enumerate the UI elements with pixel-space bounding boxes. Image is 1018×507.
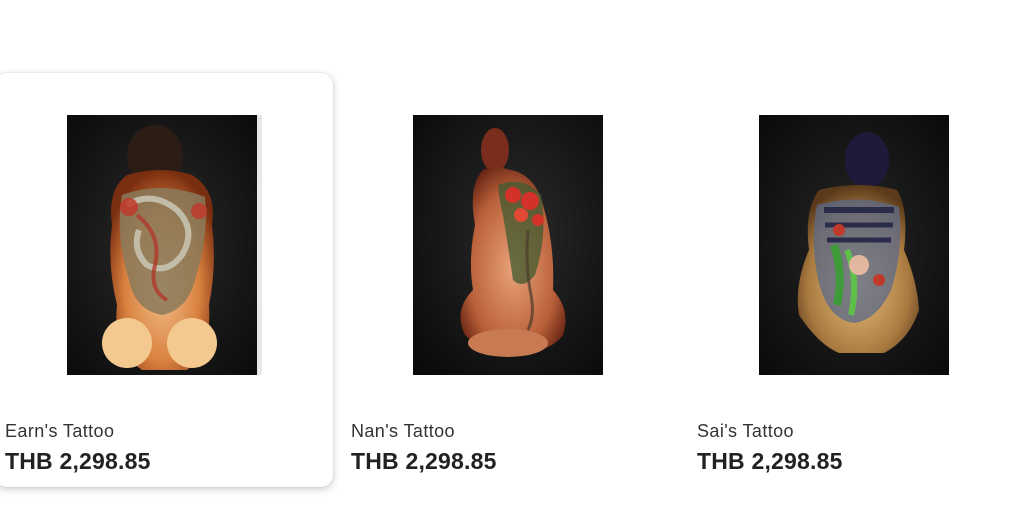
product-price: THB 2,298.85	[351, 448, 497, 474]
product-price: THB 2,298.85	[697, 448, 843, 474]
product-price: THB 2,298.85	[5, 448, 151, 474]
product-card[interactable]: Earn's Tattoo THB 2,298.85	[0, 73, 333, 487]
product-grid: Earn's Tattoo THB 2,298.85 Nan's Tattoo …	[0, 0, 1018, 507]
tattoo-back-artwork	[413, 115, 603, 375]
tattoo-back-artwork	[759, 115, 949, 375]
product-card[interactable]: Nan's Tattoo THB 2,298.85	[341, 73, 679, 487]
poster-frame-edge	[257, 115, 262, 375]
tattoo-back-artwork	[67, 115, 257, 375]
product-title[interactable]: Nan's Tattoo	[351, 421, 455, 442]
product-card[interactable]: Sai's Tattoo THB 2,298.85	[687, 73, 1018, 487]
product-title[interactable]: Sai's Tattoo	[697, 421, 794, 442]
product-image[interactable]	[759, 115, 949, 375]
product-image[interactable]	[413, 115, 603, 375]
product-title[interactable]: Earn's Tattoo	[5, 421, 114, 442]
product-image[interactable]	[67, 115, 257, 375]
